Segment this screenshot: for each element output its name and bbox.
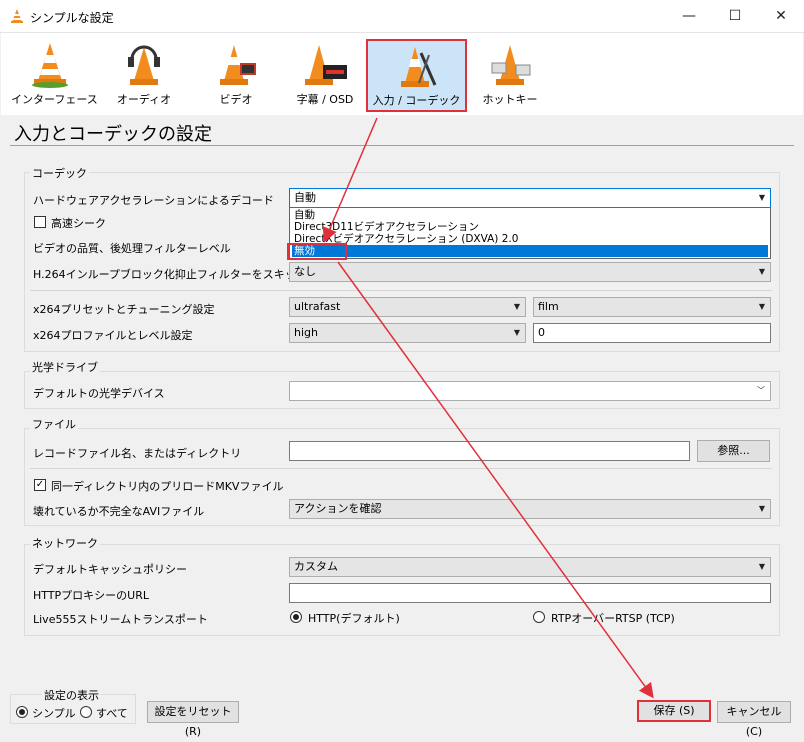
chevron-down-icon: ▼ <box>513 302 520 311</box>
browse-button[interactable]: 参照... <box>697 440 770 462</box>
fast-seek-checkbox[interactable] <box>34 216 46 228</box>
cache-policy-label: デフォルトキャッシュポリシー <box>33 563 187 576</box>
chevron-down-icon: ▼ <box>758 193 765 202</box>
x264-tune-select[interactable]: film ▼ <box>533 297 771 317</box>
hw-decode-label: ハードウェアアクセラレーションによるデコード <box>33 194 274 207</box>
x264-profile-label: x264プロファイルとレベル設定 <box>33 329 193 342</box>
show-all-label: すべて <box>96 707 128 720</box>
tab-subtitles-osd-label: 字幕 / OSD <box>296 93 354 106</box>
avi-select[interactable]: アクションを確認 ▼ <box>289 499 771 519</box>
category-toolbar: インターフェース オーディオ ビデオ 字幕 / OSD 入力 / コーデック ホ… <box>1 33 803 115</box>
avi-label: 壊れているか不完全なAVIファイル <box>33 505 205 518</box>
hotkey-cone-icon <box>491 45 531 85</box>
cone-icon <box>32 43 68 88</box>
close-button[interactable]: ✕ <box>758 0 804 32</box>
avi-value: アクションを確認 <box>294 502 382 515</box>
file-group-title: ファイル <box>30 416 78 432</box>
tab-audio[interactable]: オーディオ <box>105 39 183 109</box>
show-all-radio[interactable] <box>80 706 92 718</box>
x264-profile-select[interactable]: high ▼ <box>289 323 526 343</box>
x264-level-input[interactable]: 0 <box>533 323 771 343</box>
quality-label: ビデオの品質、後処理フィルターレベル <box>33 242 231 255</box>
fast-seek-label: 高速シーク <box>51 217 106 230</box>
save-button[interactable]: 保存 (S) <box>637 700 711 722</box>
hw-option-d3d11[interactable]: Direct3D11ビデオアクセラレーション <box>292 221 768 233</box>
codec-group-title: コーデック <box>30 165 89 181</box>
x264-preset-value: ultrafast <box>294 300 341 313</box>
window-title: シンプルな設定 <box>30 11 114 25</box>
h264-skip-select[interactable]: なし ▼ <box>289 262 771 282</box>
show-simple-label: シンプル <box>32 707 76 720</box>
page-title: 入力とコーデックの設定 <box>14 124 212 145</box>
mkv-preload-checkbox[interactable]: ✓ <box>34 479 46 491</box>
x264-preset-select[interactable]: ultrafast ▼ <box>289 297 526 317</box>
hw-decode-value: 自動 <box>294 191 316 204</box>
show-settings-title: 設定の表示 <box>42 687 101 703</box>
video-cone-icon <box>220 45 256 85</box>
maximize-button[interactable]: ☐ <box>712 0 758 32</box>
codec-separator <box>30 290 772 291</box>
tab-interface[interactable]: インターフェース <box>11 39 98 109</box>
minimize-button[interactable]: — <box>666 0 712 32</box>
title-bar: シンプルな設定 — ☐ ✕ <box>0 0 804 33</box>
transport-rtsp-radio[interactable] <box>533 611 545 623</box>
record-file-input[interactable] <box>289 441 690 461</box>
hw-option-disabled[interactable]: 無効 <box>292 245 768 257</box>
x264-preset-label: x264プリセットとチューニング設定 <box>33 303 215 316</box>
record-file-label: レコードファイル名、またはディレクトリ <box>33 447 242 460</box>
cache-policy-value: カスタム <box>294 560 338 573</box>
annotation-box-disabled <box>287 243 347 260</box>
transport-http-radio[interactable] <box>290 611 302 623</box>
tab-video[interactable]: ビデオ <box>197 39 275 109</box>
transport-http-label: HTTP(デフォルト) <box>308 612 400 625</box>
proxy-url-label: HTTPプロキシーのURL <box>33 589 149 602</box>
tab-input-codecs-label: 入力 / コーデック <box>372 94 461 107</box>
cancel-button[interactable]: キャンセル (C) <box>717 701 791 738</box>
hw-decode-select[interactable]: 自動 ▼ <box>289 188 771 208</box>
transport-label: Live555ストリームトランスポート <box>33 613 208 626</box>
optical-device-label: デフォルトの光学デバイス <box>33 387 165 400</box>
subtitle-cone-icon <box>305 45 347 85</box>
hw-decode-dropdown: 自動 Direct3D11ビデオアクセラレーション DirectXビデオアクセラ… <box>289 207 771 259</box>
chevron-down-icon: ▼ <box>513 328 520 337</box>
chevron-down-icon: ▼ <box>758 504 765 513</box>
tab-video-label: ビデオ <box>219 93 253 106</box>
chevron-down-icon: ﹀ <box>757 386 765 395</box>
mkv-preload-label: 同一ディレクトリ内のプリロードMKVファイル <box>51 480 284 493</box>
hw-option-dxva2[interactable]: DirectXビデオアクセラレーション (DXVA) 2.0 <box>292 233 768 245</box>
reset-settings-button[interactable]: 設定をリセット (R) <box>147 701 239 738</box>
cache-policy-select[interactable]: カスタム ▼ <box>289 557 771 577</box>
hw-option-auto[interactable]: 自動 <box>292 209 768 221</box>
chevron-down-icon: ▼ <box>758 562 765 571</box>
chevron-down-icon: ▼ <box>758 302 765 311</box>
tab-interface-label: インターフェース <box>11 93 98 106</box>
tab-hotkeys-label: ホットキー <box>482 93 538 106</box>
x264-tune-value: film <box>538 300 559 313</box>
codec-cone-icon <box>400 47 436 87</box>
optical-device-select[interactable]: ﹀ <box>289 381 771 401</box>
tab-input-codecs[interactable]: 入力 / コーデック <box>366 39 467 112</box>
chevron-down-icon: ▼ <box>758 267 765 276</box>
vlc-cone-icon <box>11 9 23 23</box>
tab-subtitles-osd[interactable]: 字幕 / OSD <box>283 39 367 109</box>
transport-rtsp-label: RTPオーバーRTSP (TCP) <box>551 612 675 625</box>
proxy-url-input[interactable] <box>289 583 771 603</box>
x264-profile-value: high <box>294 326 318 339</box>
tab-hotkeys[interactable]: ホットキー <box>471 39 549 109</box>
show-simple-radio[interactable] <box>16 706 28 718</box>
headphones-cone-icon <box>128 45 160 85</box>
title-divider <box>10 145 794 146</box>
h264-skip-label: H.264インループブロック化抑止フィルターをスキップ <box>33 268 307 281</box>
tab-audio-label: オーディオ <box>116 93 172 106</box>
network-group-title: ネットワーク <box>30 535 100 551</box>
optical-group-title: 光学ドライブ <box>30 359 100 375</box>
file-separator <box>30 468 772 469</box>
h264-skip-value: なし <box>294 265 316 278</box>
